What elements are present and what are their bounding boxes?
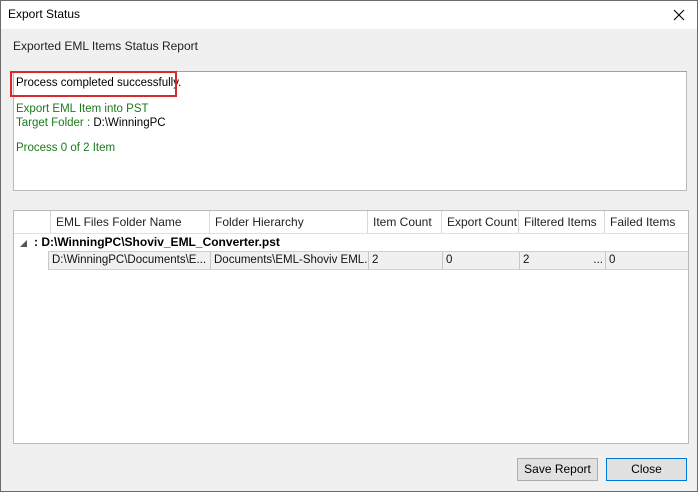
cell-failed-items: 0 — [605, 252, 688, 269]
task-description: Export EML Item into PST — [16, 103, 149, 115]
column-header-export-count[interactable]: Export Count — [442, 211, 519, 233]
grid-header-spacer — [14, 211, 51, 233]
filtered-overflow: ... — [593, 254, 603, 266]
column-header-filtered-items[interactable]: Filtered Items — [519, 211, 605, 233]
export-status-window: Export Status Exported EML Items Status … — [0, 0, 698, 492]
status-grid[interactable]: EML Files Folder Name Folder Hierarchy I… — [13, 210, 689, 444]
close-icon[interactable] — [661, 1, 697, 29]
column-header-hierarchy[interactable]: Folder Hierarchy — [210, 211, 368, 233]
cell-hierarchy: Documents\EML-Shoviv EML... — [210, 252, 368, 269]
progress-text: Process 0 of 2 Item — [16, 142, 116, 154]
group-label: : D:\WinningPC\Shoviv_EML_Converter.pst — [34, 235, 280, 249]
close-button[interactable]: Close — [606, 458, 687, 481]
cell-filtered-items: 2 ... — [519, 252, 605, 269]
column-header-failed-items[interactable]: Failed Items — [605, 211, 688, 233]
filtered-value: 2 — [523, 254, 530, 266]
title-bar: Export Status — [1, 1, 697, 29]
save-report-button[interactable]: Save Report — [517, 458, 598, 481]
group-row[interactable]: : D:\WinningPC\Shoviv_EML_Converter.pst — [14, 234, 688, 251]
target-folder-line: Target Folder : D:\WinningPC — [16, 117, 166, 129]
report-subtitle: Exported EML Items Status Report — [13, 39, 198, 53]
cell-folder-name: D:\WinningPC\Documents\E... — [48, 252, 210, 269]
collapse-toggle-icon[interactable] — [19, 237, 28, 247]
column-header-folder-name[interactable]: EML Files Folder Name — [51, 211, 210, 233]
cell-export-count: 0 — [442, 252, 519, 269]
target-folder-value: D:\WinningPC — [93, 117, 166, 129]
column-header-item-count[interactable]: Item Count — [368, 211, 442, 233]
cell-item-count: 2 — [368, 252, 442, 269]
table-row[interactable]: D:\WinningPC\Documents\E... Documents\EM… — [48, 251, 688, 270]
target-folder-label: Target Folder : — [16, 117, 91, 129]
window-title: Export Status — [8, 7, 81, 21]
highlight-box — [10, 71, 177, 97]
